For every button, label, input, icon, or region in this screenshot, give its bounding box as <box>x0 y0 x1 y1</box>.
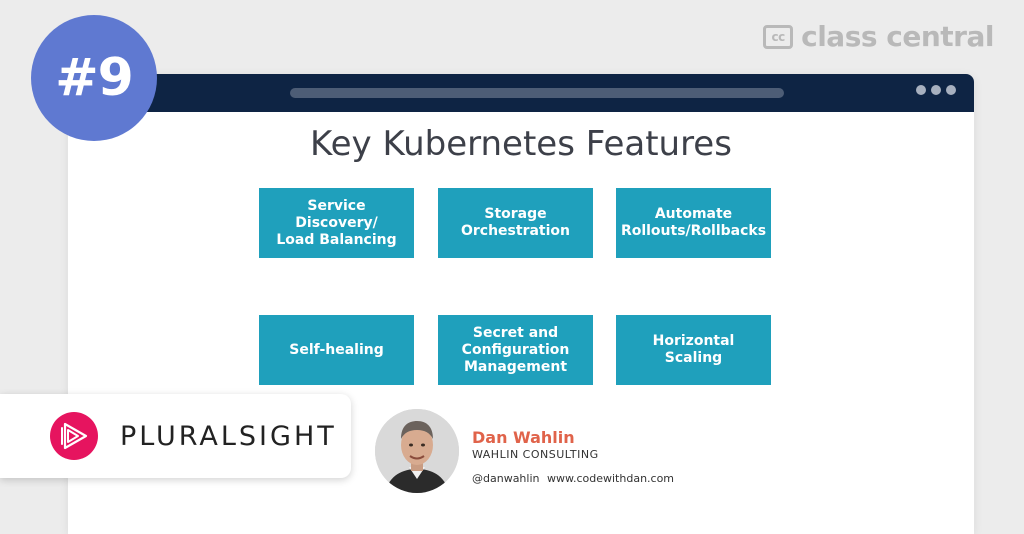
speaker-name: Dan Wahlin <box>472 428 575 447</box>
provider-card: PLURALSIGHT <box>0 394 351 478</box>
window-titlebar <box>68 74 974 112</box>
person-photo-icon <box>375 409 459 493</box>
dot-icon <box>946 85 956 95</box>
address-bar[interactable] <box>290 88 784 98</box>
rank-badge: #9 <box>31 15 157 141</box>
dot-icon <box>931 85 941 95</box>
dot-icon <box>916 85 926 95</box>
speaker-avatar <box>375 409 459 493</box>
class-central-brand: cc class central <box>763 20 994 53</box>
feature-box: Secret and Configuration Management <box>438 315 593 385</box>
more-dots-icon[interactable] <box>916 85 956 95</box>
feature-box: Horizontal Scaling <box>616 315 771 385</box>
speaker-twitter-handle: @danwahlin <box>472 472 540 485</box>
slide-title: Key Kubernetes Features <box>310 124 732 164</box>
speaker-website: www.codewithdan.com <box>547 472 675 485</box>
feature-box: Storage Orchestration <box>438 188 593 258</box>
speaker-company: WAHLIN CONSULTING <box>472 448 599 461</box>
feature-box: Self-healing <box>259 315 414 385</box>
class-central-cc-icon: cc <box>763 24 794 49</box>
pluralsight-play-icon <box>50 412 98 460</box>
brand-name: class central <box>801 20 994 53</box>
feature-box: Service Discovery/ Load Balancing <box>259 188 414 258</box>
feature-box: Automate Rollouts/Rollbacks <box>616 188 771 258</box>
provider-name: PLURALSIGHT <box>120 421 337 452</box>
play-triangles-icon <box>61 422 88 450</box>
